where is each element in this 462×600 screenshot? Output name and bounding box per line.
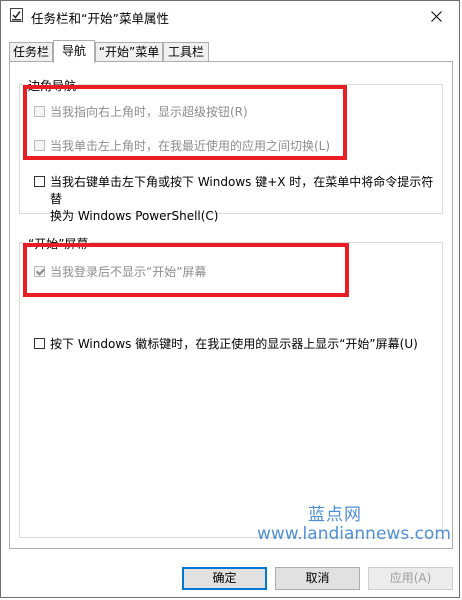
title-bar[interactable]: 任务栏和“开始”菜单属性	[1, 1, 459, 31]
powershell-label-line2: 换为 Windows PowerShell(C)	[50, 209, 219, 223]
taskbar-properties-icon	[10, 8, 23, 22]
tab-toolbars[interactable]: 工具栏	[163, 42, 209, 62]
start-on-active-display-checkbox[interactable]	[34, 338, 45, 349]
ok-button[interactable]: 确定	[182, 567, 267, 590]
skip-start-screen-label: 当我登录后不显示“开始”屏幕	[50, 265, 207, 279]
tab-taskbar[interactable]: 任务栏	[9, 42, 53, 62]
close-icon	[430, 10, 442, 22]
powershell-label-line1: 当我右键单击左下角或按下 Windows 键+X 时，在菜单中将命令提示符替	[50, 175, 434, 206]
charms-checkbox[interactable]	[34, 106, 45, 117]
powershell-checkbox[interactable]	[34, 176, 45, 187]
start-screen-group: “开始”屏幕 当我登录后不显示“开始”屏幕 按下 Windows 徽标键时，在我…	[19, 235, 443, 538]
corner-navigation-title: 边角导航	[26, 77, 79, 94]
skip-start-screen-option[interactable]: 当我登录后不显示“开始”屏幕	[34, 264, 206, 281]
start-screen-title: “开始”屏幕	[26, 235, 91, 252]
window-title: 任务栏和“开始”菜单属性	[31, 11, 169, 26]
tab-strip: 任务栏 导航 “开始”菜单 工具栏	[9, 40, 453, 63]
powershell-option[interactable]: 当我右键单击左下角或按下 Windows 键+X 时，在菜单中将命令提示符替 换…	[34, 174, 442, 225]
skip-start-screen-checkbox[interactable]	[34, 266, 45, 277]
apply-button[interactable]: 应用(A)	[368, 567, 453, 590]
charms-label: 当我指向右上角时，显示超级按钮(R)	[50, 105, 248, 119]
start-on-active-display-option[interactable]: 按下 Windows 徽标键时，在我正使用的显示器上显示“开始”屏幕(U)	[34, 336, 418, 353]
close-button[interactable]	[413, 1, 459, 31]
navigation-panel: 边角导航 当我指向右上角时，显示超级按钮(R) 当我单击左上角时，在我最近使用的…	[9, 61, 453, 549]
tab-navigation[interactable]: 导航	[53, 40, 95, 63]
watermark-text: 蓝点网	[308, 505, 362, 525]
start-on-active-display-label: 按下 Windows 徽标键时，在我正使用的显示器上显示“开始”屏幕(U)	[50, 337, 418, 351]
charms-option[interactable]: 当我指向右上角时，显示超级按钮(R)	[34, 104, 248, 121]
cancel-button[interactable]: 取消	[275, 567, 360, 590]
watermark-url: www.landiannews.com	[257, 524, 451, 544]
corner-navigation-group: 边角导航 当我指向右上角时，显示超级按钮(R) 当我单击左上角时，在我最近使用的…	[19, 77, 443, 223]
powershell-label: 当我右键单击左下角或按下 Windows 键+X 时，在菜单中将命令提示符替 换…	[50, 174, 442, 225]
tab-start-menu[interactable]: “开始”菜单	[95, 42, 163, 62]
switch-apps-label: 当我单击左上角时，在我最近使用的应用之间切换(L)	[50, 139, 331, 153]
switch-apps-checkbox[interactable]	[34, 140, 45, 151]
properties-dialog: 任务栏和“开始”菜单属性 任务栏 导航 “开始”菜单 工具栏 边角导航 当我指向…	[0, 0, 460, 598]
switch-apps-option[interactable]: 当我单击左上角时，在我最近使用的应用之间切换(L)	[34, 138, 330, 155]
